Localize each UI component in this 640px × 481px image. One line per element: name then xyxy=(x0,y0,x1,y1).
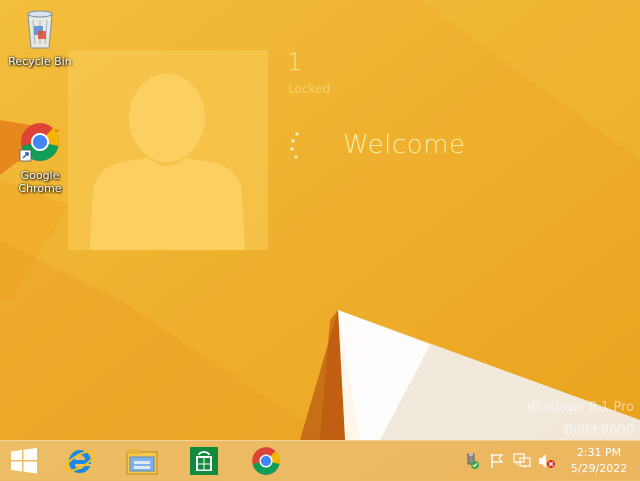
user-avatar-tile xyxy=(68,50,268,250)
lock-status-text: Locked xyxy=(288,82,330,96)
usb-icon xyxy=(467,453,479,469)
chrome-icon xyxy=(252,447,280,475)
taskbar-internet-explorer[interactable] xyxy=(58,443,102,479)
taskbar-file-explorer[interactable] xyxy=(120,443,164,479)
loading-spinner-icon xyxy=(290,132,299,159)
store-icon xyxy=(190,447,218,475)
windows-logo-icon xyxy=(11,448,37,474)
chrome-desktop-label: Google Chrome xyxy=(18,169,62,195)
tray-action-center-button[interactable] xyxy=(486,450,508,472)
recycle-bin-icon xyxy=(27,10,53,49)
notification-count: 1 xyxy=(287,48,303,76)
welcome-message: Welcome xyxy=(343,130,466,160)
windows-version-watermark: Windows 8.1 Pro Build 9600 xyxy=(526,396,634,442)
recycle-bin-label: Recycle Bin xyxy=(8,55,72,68)
internet-explorer-icon xyxy=(64,450,96,473)
tray-network-button[interactable] xyxy=(511,450,533,472)
clock-date: 5/29/2022 xyxy=(570,462,628,475)
tray-volume-button[interactable] xyxy=(536,450,558,472)
taskbar: 2:31 PM 5/29/2022 xyxy=(0,440,640,481)
network-icon xyxy=(513,453,531,468)
taskbar-store[interactable] xyxy=(182,443,226,479)
watermark-edition: Windows 8.1 Pro xyxy=(526,400,634,415)
system-tray: 2:31 PM 5/29/2022 xyxy=(458,441,640,481)
chrome-desktop-icon[interactable]: Google Chrome xyxy=(5,120,75,195)
watermark-build: Build 9600 xyxy=(564,423,634,438)
volume-muted-icon xyxy=(539,454,555,468)
file-explorer-icon xyxy=(126,449,158,475)
recycle-bin-desktop-icon[interactable]: Recycle Bin xyxy=(5,6,75,68)
flag-icon xyxy=(491,454,504,468)
taskbar-clock[interactable]: 2:31 PM 5/29/2022 xyxy=(564,445,634,477)
chrome-icon xyxy=(19,123,59,162)
user-silhouette-icon xyxy=(90,74,245,250)
start-button[interactable] xyxy=(2,443,46,479)
tray-usb-button[interactable] xyxy=(461,450,483,472)
clock-time: 2:31 PM xyxy=(576,446,622,459)
taskbar-google-chrome[interactable] xyxy=(244,443,288,479)
